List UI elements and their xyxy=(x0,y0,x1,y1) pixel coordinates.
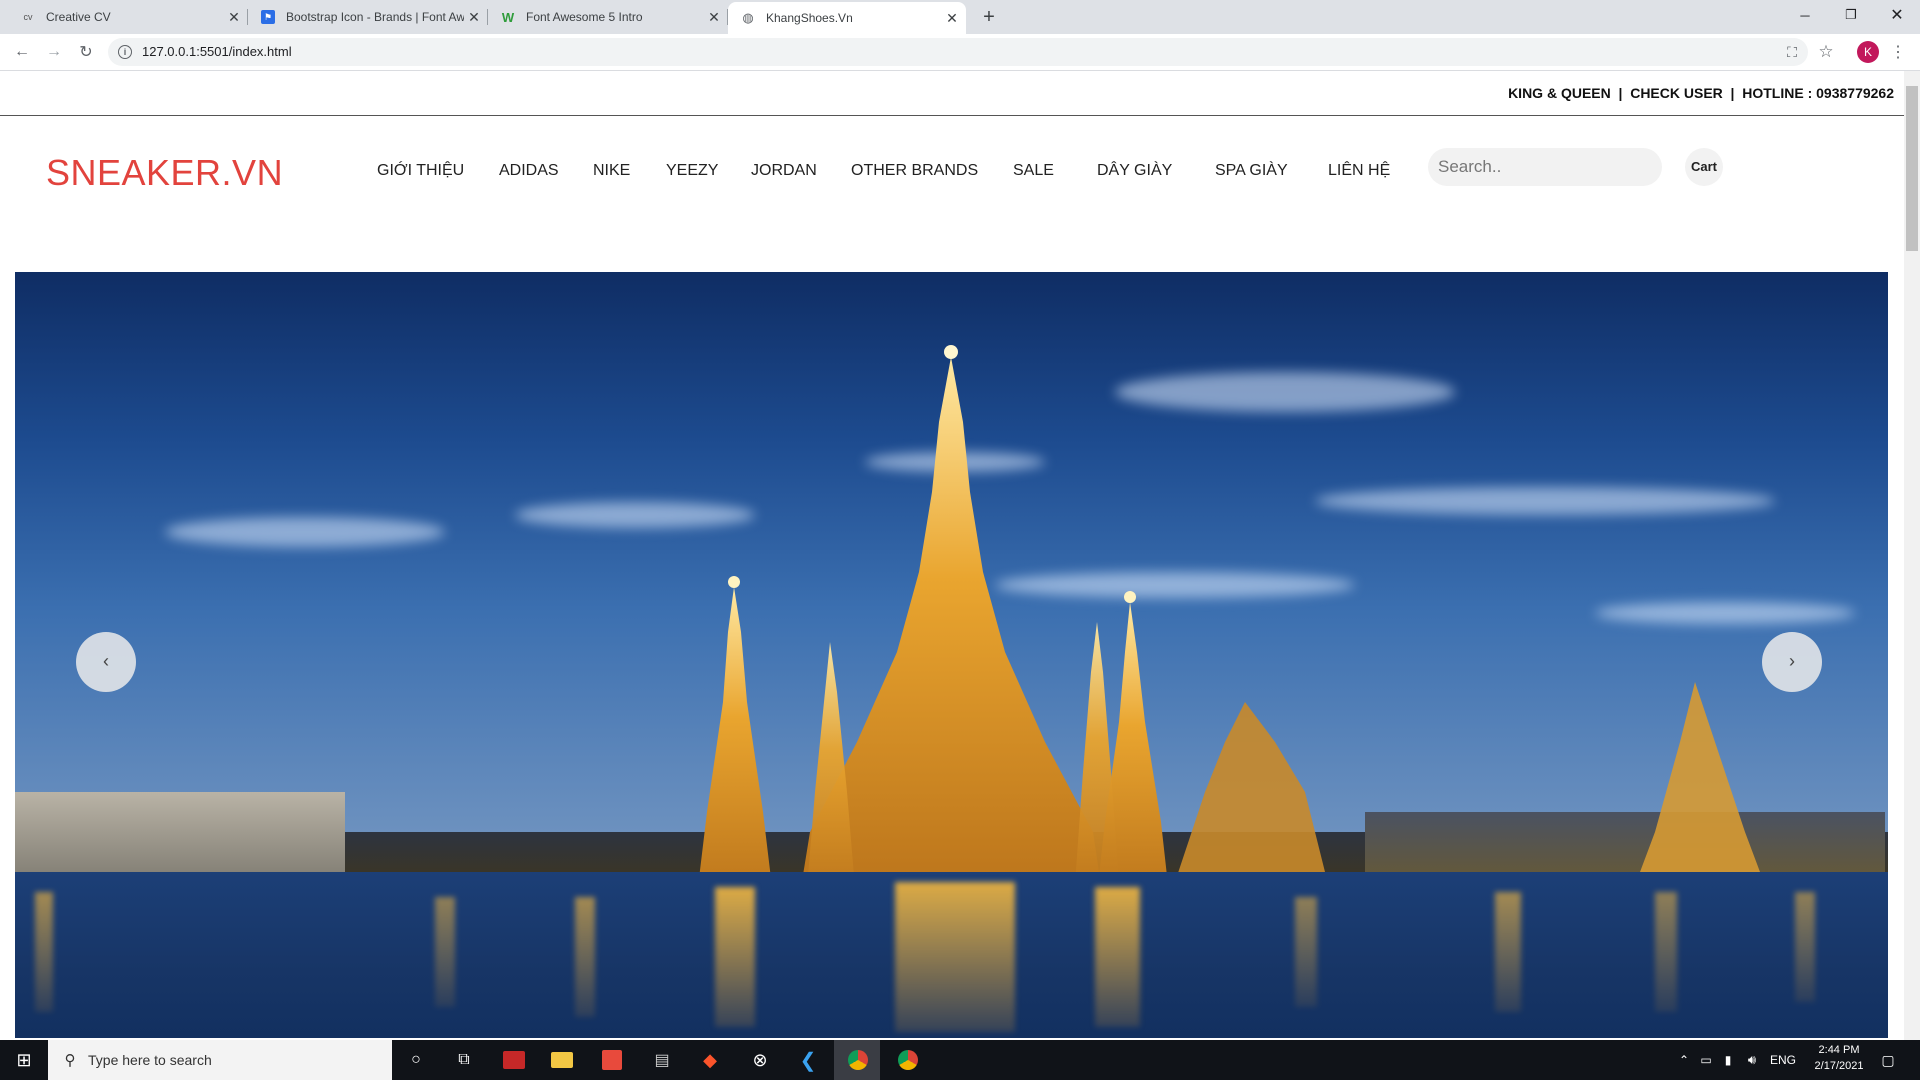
bookmark-star-icon[interactable]: ☆ xyxy=(1814,40,1838,64)
site-logo[interactable]: SNEAKER.VN xyxy=(46,152,283,194)
tray-chevron-up-icon[interactable]: ⌃ xyxy=(1672,1048,1696,1072)
globe-favicon-icon: ◍ xyxy=(742,10,754,25)
carousel-prev-button[interactable]: ‹ xyxy=(76,632,136,692)
tab-bootstrap-icon[interactable]: ⚑ Bootstrap Icon - Brands | Font Aw ✕ xyxy=(248,0,488,34)
cortana-icon[interactable]: ○ xyxy=(404,1048,428,1072)
taskbar-search-text[interactable]: Type here to search xyxy=(88,1052,212,1068)
tab-close-icon[interactable]: ✕ xyxy=(224,9,244,26)
scrollbar-thumb[interactable] xyxy=(1906,86,1918,251)
translate-icon[interactable]: ⛶ xyxy=(1780,40,1804,64)
network-icon[interactable]: ▭ xyxy=(1694,1048,1718,1072)
nav-nike[interactable]: NIKE xyxy=(593,162,630,180)
menu-kebab-icon[interactable]: ⋮ xyxy=(1886,40,1910,64)
brave-browser-icon[interactable]: ◆ xyxy=(698,1048,722,1072)
tab-creative-cv[interactable]: cv Creative CV ✕ xyxy=(8,0,248,34)
url-text[interactable]: 127.0.0.1:5501/index.html xyxy=(142,44,292,59)
app-gray-icon[interactable]: ▤ xyxy=(650,1048,674,1072)
address-bar[interactable] xyxy=(108,38,1808,66)
xbox-icon[interactable]: ⊗ xyxy=(748,1048,772,1072)
search-icon: ⚲ xyxy=(64,1052,76,1069)
tab-close-icon[interactable]: ✕ xyxy=(464,9,484,26)
top-links[interactable]: KING & QUEEN | CHECK USER | HOTLINE : 09… xyxy=(1508,85,1894,101)
tab-title: Creative CV xyxy=(46,10,111,24)
cv-favicon-icon: cv xyxy=(23,12,33,22)
app-red-icon[interactable] xyxy=(502,1048,526,1072)
tab-title: Bootstrap Icon - Brands | Font Aw xyxy=(286,10,464,24)
chrome-icon[interactable] xyxy=(846,1048,870,1072)
battery-icon[interactable]: ▮ xyxy=(1716,1048,1740,1072)
vscode-icon[interactable]: ❮ xyxy=(796,1048,820,1072)
close-window-icon[interactable]: ✕ xyxy=(1874,0,1920,30)
language-indicator[interactable]: ENG xyxy=(1770,1053,1796,1067)
back-arrow-icon[interactable]: ← xyxy=(10,40,34,64)
notification-icon[interactable]: ▢ xyxy=(1876,1048,1900,1072)
reload-icon[interactable]: ↻ xyxy=(74,40,98,64)
tab-close-icon[interactable]: ✕ xyxy=(942,10,962,27)
forward-arrow-icon[interactable]: → xyxy=(42,40,66,64)
tab-title: KhangShoes.Vn xyxy=(766,11,853,25)
tab-title: Font Awesome 5 Intro xyxy=(526,10,643,24)
w3schools-favicon-icon: W xyxy=(501,9,515,25)
clock-time[interactable]: 2:44 PM xyxy=(1808,1044,1870,1056)
nav-spa-giay[interactable]: SPA GIÀY xyxy=(1215,162,1288,180)
search-input[interactable] xyxy=(1428,148,1662,186)
app-tiles-icon[interactable] xyxy=(600,1048,624,1072)
tab-khangshoes[interactable]: ◍ KhangShoes.Vn ✕ xyxy=(728,2,966,34)
tab-close-icon[interactable]: ✕ xyxy=(704,9,724,26)
nav-gioi-thieu[interactable]: GIỚI THIỆU xyxy=(377,162,464,180)
nav-sale[interactable]: SALE xyxy=(1013,162,1054,180)
volume-icon[interactable]: 🔊︎ xyxy=(1740,1048,1764,1072)
minimize-icon[interactable]: ─ xyxy=(1782,0,1828,30)
file-explorer-icon[interactable] xyxy=(550,1048,574,1072)
carousel-next-button[interactable]: › xyxy=(1762,632,1822,692)
nav-day-giay[interactable]: DÂY GIÀY xyxy=(1097,162,1172,180)
nav-yeezy[interactable]: YEEZY xyxy=(666,162,718,180)
cart-button[interactable]: Cart xyxy=(1685,148,1723,186)
nav-jordan[interactable]: JORDAN xyxy=(751,162,817,180)
nav-other-brands[interactable]: OTHER BRANDS xyxy=(851,162,978,180)
chrome-icon-2[interactable] xyxy=(896,1048,920,1072)
clock-date[interactable]: 2/17/2021 xyxy=(1808,1060,1870,1072)
hero-carousel: ‹ › xyxy=(15,272,1888,1038)
bootstrap-favicon-icon: ⚑ xyxy=(260,9,276,25)
task-view-icon[interactable]: ⧉ xyxy=(452,1048,476,1072)
nav-lien-he[interactable]: LIÊN HỆ xyxy=(1328,162,1390,180)
windows-start-icon[interactable]: ⊞ xyxy=(12,1048,36,1072)
new-tab-button[interactable]: + xyxy=(976,4,1002,30)
profile-avatar[interactable]: K xyxy=(1857,41,1879,63)
restore-icon[interactable]: ❐ xyxy=(1828,0,1874,30)
tab-font-awesome-intro[interactable]: W Font Awesome 5 Intro ✕ xyxy=(488,0,728,34)
site-info-icon[interactable]: i xyxy=(118,45,132,59)
nav-adidas[interactable]: ADIDAS xyxy=(499,162,559,180)
